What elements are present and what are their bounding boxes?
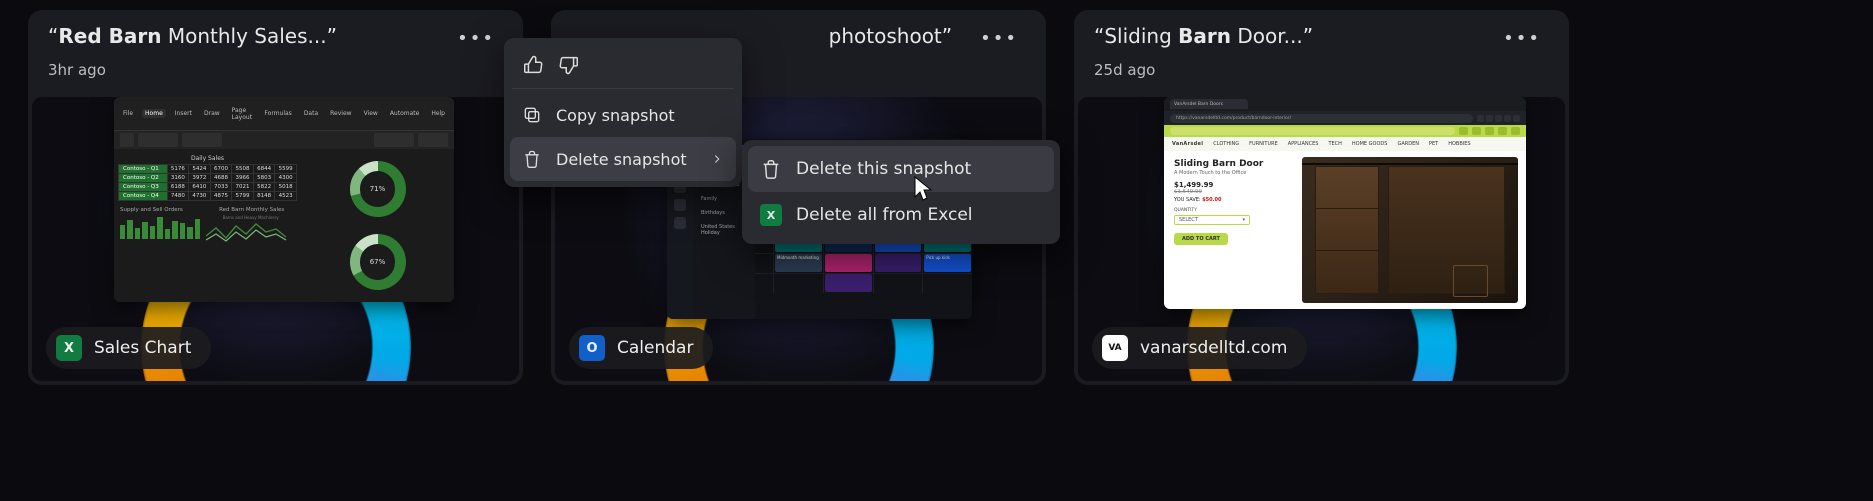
app-chip[interactable]: Calendar [569,327,713,369]
qty-label: QUANTITY [1174,208,1292,213]
product-info: Sliding Barn Door A Modern Touch to the … [1164,151,1302,309]
title-match: Barn [1178,24,1231,48]
browser-tab: VanArsdel Barn Doors [1170,99,1248,109]
submenu-delete-all-label: Delete all from Excel [796,205,973,225]
trash-icon [522,149,542,169]
outlook-icon [579,335,605,361]
excel-icon: X [760,204,782,226]
app-chip[interactable]: Sales Chart [46,327,211,369]
menu-separator [512,88,734,89]
donut-chart-1 [350,161,406,217]
product-price-old: $1,549.99 [1174,189,1292,195]
excel-ribbon-tools [114,131,454,149]
address-url: https://vanarsdelltd.com/product/barndoo… [1170,114,1473,123]
excel-data-table: Contoso - Q1517654246700550868445599 Con… [118,164,297,201]
excel-window: FileHomeInsertDrawPage LayoutFormulasDat… [114,97,454,302]
chip-label: Sales Chart [94,338,191,358]
snapshot-card-browser[interactable]: “Sliding Barn Door...” ••• 25d ago VanAr… [1074,10,1569,385]
add-to-cart-button: ADD TO CART [1174,233,1228,245]
donut-chart-2 [350,234,406,290]
card-title-partial: photoshoot” [829,24,952,48]
excel-icon [56,335,82,361]
menu-delete-snapshot[interactable]: Delete snapshot [510,137,736,181]
submenu-delete-this-label: Delete this snapshot [796,159,971,179]
excel-line-chart [204,220,297,246]
site-logo: VanArsdel [1172,141,1203,147]
product-tagline: A Modern Touch to the Office [1174,170,1292,176]
snapshot-thumbnail[interactable]: FileHomeInsertDrawPage LayoutFormulasDat… [32,97,519,381]
trash-icon [760,158,782,180]
menu-copy-snapshot[interactable]: Copy snapshot [510,93,736,137]
product-price: $1,499.99 [1174,181,1292,189]
browser-tabbar: VanArsdel Barn Doors [1164,97,1526,111]
menu-delete-label: Delete snapshot [556,150,687,169]
excel-bars-title: Supply and Sell Orders [120,207,200,213]
site-main-nav: VanArsdel CLOTHINGFURNITUREAPPLIANCESTEC… [1164,137,1526,151]
title-rest: Door...” [1231,24,1313,48]
menu-copy-label: Copy snapshot [556,106,675,125]
card-title: “Sliding Barn Door...” [1094,24,1313,48]
copy-icon [522,105,542,125]
browser-addressbar: https://vanarsdelltd.com/product/barndoo… [1164,111,1526,125]
card-timestamp: 3hr ago [28,59,523,87]
thumbs-down-icon[interactable] [558,54,580,76]
snapshot-card-sales[interactable]: “Red Barn Monthly Sales...” ••• 3hr ago … [28,10,523,385]
submenu-delete-all-excel[interactable]: X Delete all from Excel [748,192,1054,238]
submenu-delete-this[interactable]: Delete this snapshot [748,146,1054,192]
title-match: Red Barn [58,24,161,48]
excel-table-title: Daily Sales [118,155,297,162]
product-image [1302,157,1518,303]
snapshot-thumbnail[interactable]: VanArsdel Barn Doors https://vanarsdellt… [1078,97,1565,381]
chevron-right-icon [710,152,724,166]
snapshot-context-menu: Copy snapshot Delete snapshot [504,38,742,187]
app-chip[interactable]: vanarsdelltd.com [1092,327,1307,369]
excel-bar-chart [120,215,200,239]
card-title: “Red Barn Monthly Sales...” [48,24,337,48]
more-button[interactable]: ••• [449,24,503,53]
excel-ribbon: FileHomeInsertDrawPage LayoutFormulasDat… [114,97,454,131]
delete-submenu: Delete this snapshot X Delete all from E… [742,140,1060,244]
title-pre: “Sliding [1094,24,1178,48]
title-rest: Monthly Sales...” [161,24,336,48]
thumbs-up-icon[interactable] [522,54,544,76]
title-quote-open: “ [48,24,58,48]
browser-window: VanArsdel Barn Doors https://vanarsdellt… [1164,97,1526,309]
qty-select: SELECT▾ [1174,215,1250,225]
more-button[interactable]: ••• [1495,24,1549,53]
chip-label: vanarsdelltd.com [1140,338,1287,358]
chip-label: Calendar [617,338,693,358]
excel-line-title: Red Barn Monthly Sales [206,207,297,213]
site-icon [1102,335,1128,361]
site-utility-bar [1164,125,1526,137]
product-name: Sliding Barn Door [1174,159,1292,169]
more-button[interactable]: ••• [972,24,1026,53]
card-timestamp: 25d ago [1074,59,1569,87]
